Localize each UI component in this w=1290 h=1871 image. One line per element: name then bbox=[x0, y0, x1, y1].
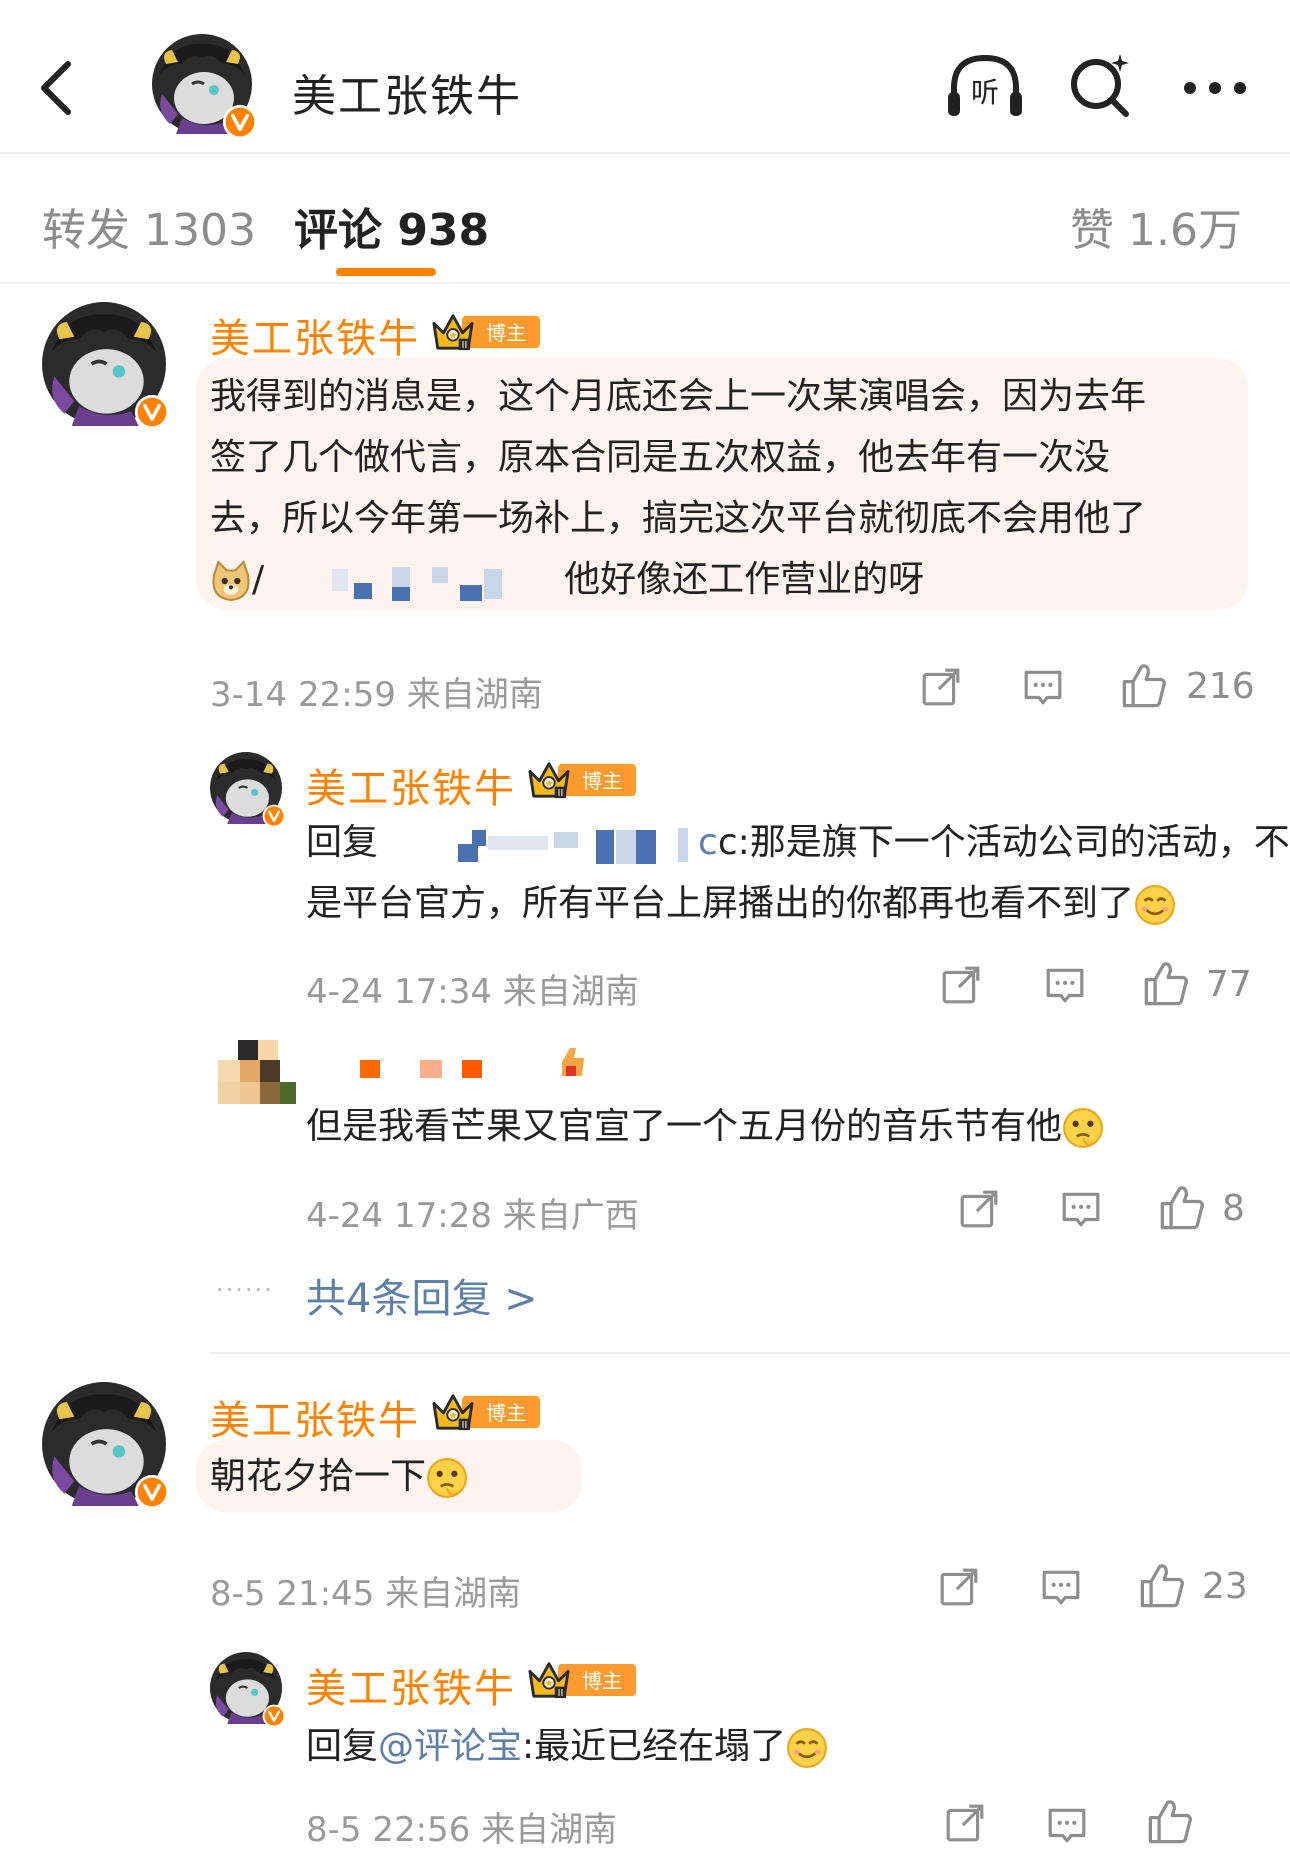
replier-name[interactable]: 美工张铁牛 bbox=[306, 756, 516, 814]
like-count: 8 bbox=[1222, 1188, 1245, 1229]
like-button[interactable] bbox=[1138, 1562, 1186, 1614]
blogger-badge: 博主 bbox=[430, 1390, 542, 1434]
comment-icon bbox=[1024, 670, 1062, 705]
blogger-badge: 博主 bbox=[526, 1658, 638, 1702]
share-button[interactable] bbox=[938, 1566, 980, 1612]
search-sparkle-icon bbox=[1071, 54, 1129, 117]
reply-button[interactable] bbox=[1040, 1566, 1082, 1612]
reply-line: 回复 cc:那是旗下一个活动公司的活动，不 bbox=[306, 812, 1290, 873]
svg-text:博主: 博主 bbox=[486, 1401, 526, 1425]
reply-button[interactable] bbox=[1044, 964, 1086, 1010]
view-all-replies-link[interactable]: 共4条回复 > bbox=[306, 1266, 538, 1324]
tab-likes[interactable]: 赞 1.6万 bbox=[1070, 194, 1242, 258]
commenter-name[interactable]: 美工张铁牛 bbox=[210, 1388, 420, 1446]
comment-time-source: 3-14 22:59 来自湖南 bbox=[210, 675, 543, 715]
thinking-emoji-icon bbox=[1062, 1107, 1104, 1149]
reply-time-source: 8-5 22:56 来自湖南 bbox=[306, 1810, 618, 1850]
top-bar: 美工张铁牛 听 bbox=[0, 0, 1290, 154]
like-button[interactable] bbox=[1142, 960, 1190, 1012]
comment-icon bbox=[1048, 1808, 1086, 1843]
reply-button[interactable] bbox=[1060, 1188, 1102, 1234]
commenter-name[interactable]: 美工张铁牛 bbox=[210, 306, 420, 364]
share-icon bbox=[946, 1804, 984, 1842]
comment-line: 去，所以今年第一场补上，搞完这次平台就彻底不会用他了 bbox=[210, 498, 1147, 539]
back-arrow-icon bbox=[41, 61, 71, 115]
reply-button[interactable] bbox=[1046, 1804, 1088, 1850]
share-icon bbox=[922, 668, 960, 706]
share-button[interactable] bbox=[958, 1188, 1000, 1234]
tab-comments[interactable]: 评论 938 bbox=[294, 194, 489, 258]
like-button[interactable] bbox=[1146, 1798, 1194, 1850]
thumbs-up-icon bbox=[1122, 664, 1167, 708]
comment-icon bbox=[1042, 1570, 1080, 1605]
replier-name-redacted[interactable] bbox=[352, 1036, 602, 1090]
reply-button[interactable] bbox=[1022, 666, 1064, 712]
smile-emoji-icon bbox=[1134, 884, 1176, 926]
back-button[interactable] bbox=[32, 56, 82, 120]
more-replies-dots: ······ bbox=[216, 1276, 274, 1304]
comment-icon bbox=[1062, 1192, 1100, 1227]
svg-text:听: 听 bbox=[971, 76, 999, 109]
reply-time-source: 4-24 17:28 来自广西 bbox=[306, 1196, 639, 1236]
thumbs-up-icon bbox=[1144, 962, 1189, 1006]
svg-text:博主: 博主 bbox=[582, 769, 622, 793]
active-tab-indicator bbox=[336, 268, 436, 276]
replier-avatar[interactable] bbox=[210, 752, 286, 828]
doge-emoji-icon bbox=[212, 561, 250, 601]
thinking-emoji-icon bbox=[426, 1457, 468, 1499]
redacted-username bbox=[458, 828, 689, 864]
comment-line: / 他好像还工作营业的呀 bbox=[210, 549, 924, 610]
comment-divider bbox=[210, 1352, 1290, 1354]
comment-icon bbox=[1046, 968, 1084, 1003]
reply-line: 是平台官方，所有平台上屏播出的你都再也看不到了 bbox=[306, 873, 1176, 934]
headphones-icon: 听 bbox=[948, 54, 1022, 116]
tab-bar: 转发 1303 评论 938 赞 1.6万 bbox=[0, 156, 1290, 284]
replier-avatar[interactable] bbox=[210, 1652, 286, 1728]
thumbs-up-icon bbox=[1140, 1564, 1185, 1608]
listen-button[interactable]: 听 bbox=[944, 50, 1026, 122]
comment-line: 签了几个做代言，原本合同是五次权益，他去年有一次没 bbox=[210, 437, 1111, 478]
share-button[interactable] bbox=[944, 1802, 986, 1848]
comment-line: 朝花夕拾一下 bbox=[210, 1446, 468, 1507]
mention-link[interactable]: @评论宝 bbox=[378, 1726, 522, 1767]
like-button[interactable] bbox=[1158, 1184, 1206, 1236]
blogger-badge: 博主 bbox=[526, 758, 638, 802]
comment-line: 我得到的消息是，这个月底还会上一次某演唱会，因为去年 bbox=[210, 376, 1147, 417]
thumbs-up-icon bbox=[1148, 1800, 1193, 1844]
reply-line: 回复@评论宝:最近已经在塌了 bbox=[306, 1716, 828, 1777]
author-avatar[interactable] bbox=[152, 34, 260, 142]
comment-time-source: 8-5 21:45 来自湖南 bbox=[210, 1574, 522, 1614]
redacted-mention bbox=[332, 567, 503, 601]
svg-text:博主: 博主 bbox=[486, 321, 526, 345]
like-count: 23 bbox=[1202, 1566, 1248, 1607]
like-button[interactable] bbox=[1120, 662, 1168, 714]
more-dots-icon bbox=[1184, 82, 1246, 94]
smirk-emoji-icon bbox=[786, 1727, 828, 1769]
more-button[interactable] bbox=[1180, 74, 1250, 102]
like-count: 77 bbox=[1206, 964, 1252, 1005]
reply-target-tail[interactable]: c bbox=[698, 822, 718, 863]
share-button[interactable] bbox=[920, 666, 962, 712]
commenter-avatar[interactable] bbox=[42, 302, 172, 432]
like-count: 216 bbox=[1186, 666, 1255, 707]
blogger-badge: 博主 bbox=[430, 310, 542, 354]
page-title: 美工张铁牛 bbox=[292, 71, 522, 122]
tab-reposts[interactable]: 转发 1303 bbox=[42, 194, 256, 258]
share-icon bbox=[940, 1568, 978, 1606]
thumbs-up-icon bbox=[1160, 1186, 1205, 1230]
search-button[interactable] bbox=[1066, 52, 1134, 120]
share-button[interactable] bbox=[940, 964, 982, 1010]
replier-name[interactable]: 美工张铁牛 bbox=[306, 1656, 516, 1714]
reply-line: 但是我看芒果又官宣了一个五月份的音乐节有他 bbox=[306, 1096, 1104, 1157]
reply-time-source: 4-24 17:34 来自湖南 bbox=[306, 972, 639, 1012]
share-icon bbox=[942, 966, 980, 1004]
svg-text:博主: 博主 bbox=[582, 1669, 622, 1693]
share-icon bbox=[960, 1190, 998, 1228]
replier-avatar-redacted[interactable] bbox=[216, 1040, 300, 1116]
commenter-avatar[interactable] bbox=[42, 1382, 172, 1512]
